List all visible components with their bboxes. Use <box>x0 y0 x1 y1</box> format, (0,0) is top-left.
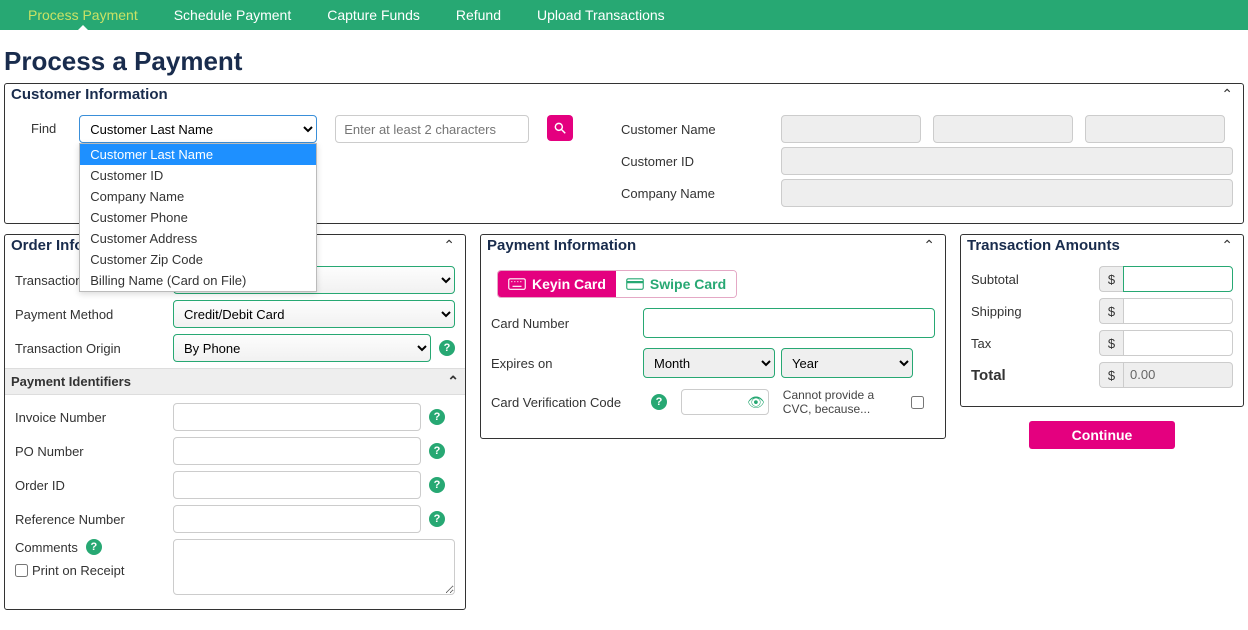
total-value: 0.00 <box>1123 362 1233 388</box>
shipping-label: Shipping <box>971 304 1099 319</box>
nav-refund[interactable]: Refund <box>438 0 519 30</box>
amounts-title: Transaction Amounts <box>967 237 1120 254</box>
currency-icon: $ <box>1099 298 1123 324</box>
exp-year-select[interactable]: Year <box>781 348 913 378</box>
find-label: Find <box>31 115 61 136</box>
keyin-card-label: Keyin Card <box>532 276 606 292</box>
find-opt-last-name[interactable]: Customer Last Name <box>80 144 316 165</box>
tax-label: Tax <box>971 336 1099 351</box>
customer-name-label: Customer Name <box>621 122 781 137</box>
customer-info-panel: Customer Information ⌃ Find Customer Las… <box>4 83 1244 224</box>
pay-method-select[interactable]: Credit/Debit Card <box>173 300 455 328</box>
collapse-identifiers-icon[interactable]: ⌃ <box>447 373 459 390</box>
origin-select[interactable]: By Phone <box>173 334 431 362</box>
swipe-card-label: Swipe Card <box>650 276 726 292</box>
company-name-label: Company Name <box>621 186 781 201</box>
subtotal-label: Subtotal <box>971 272 1099 287</box>
shipping-input[interactable] <box>1123 298 1233 324</box>
nav-process-payment[interactable]: Process Payment <box>10 0 156 30</box>
pay-method-label: Payment Method <box>15 307 173 322</box>
cvc-cannot-provide-label: Cannot provide a CVC, because... <box>783 388 903 416</box>
nav-schedule-payment[interactable]: Schedule Payment <box>156 0 310 30</box>
invoice-label: Invoice Number <box>15 410 173 425</box>
card-number-input[interactable] <box>643 308 935 338</box>
find-opt-customer-zip[interactable]: Customer Zip Code <box>80 249 316 270</box>
orderid-help-icon[interactable]: ? <box>429 477 445 493</box>
find-opt-billing-name[interactable]: Billing Name (Card on File) <box>80 270 316 291</box>
print-on-receipt-checkbox[interactable] <box>15 564 28 577</box>
comments-textarea[interactable] <box>173 539 455 595</box>
customer-id-field <box>781 147 1233 175</box>
card-number-label: Card Number <box>491 316 643 331</box>
customer-search-button[interactable] <box>547 115 573 141</box>
po-input[interactable] <box>173 437 421 465</box>
find-opt-customer-phone[interactable]: Customer Phone <box>80 207 316 228</box>
card-icon <box>626 278 644 290</box>
expires-label: Expires on <box>491 356 643 371</box>
invoice-help-icon[interactable]: ? <box>429 409 445 425</box>
collapse-order-icon[interactable]: ⌃ <box>443 237 455 254</box>
find-by-select[interactable]: Customer Last Name <box>79 115 317 143</box>
find-opt-customer-address[interactable]: Customer Address <box>80 228 316 249</box>
currency-icon: $ <box>1099 330 1123 356</box>
exp-month-select[interactable]: Month <box>643 348 775 378</box>
tax-input[interactable] <box>1123 330 1233 356</box>
total-label: Total <box>971 367 1099 384</box>
find-opt-company-name[interactable]: Company Name <box>80 186 316 207</box>
ref-label: Reference Number <box>15 512 173 527</box>
nav-upload-transactions[interactable]: Upload Transactions <box>519 0 683 30</box>
comments-label: Comments <box>15 540 78 555</box>
transaction-amounts-panel: Transaction Amounts ⌃ Subtotal $ Shippin… <box>960 234 1244 407</box>
subtotal-input[interactable] <box>1123 266 1233 292</box>
keyin-card-button[interactable]: Keyin Card <box>498 271 616 297</box>
po-label: PO Number <box>15 444 173 459</box>
nav-capture-funds[interactable]: Capture Funds <box>309 0 438 30</box>
customer-last-name-field <box>1085 115 1225 143</box>
orderid-label: Order ID <box>15 478 173 493</box>
customer-search-input[interactable] <box>335 115 529 143</box>
customer-middle-name-field <box>933 115 1073 143</box>
origin-help-icon[interactable]: ? <box>439 340 455 356</box>
currency-icon: $ <box>1099 362 1123 388</box>
company-name-field <box>781 179 1233 207</box>
collapse-customer-icon[interactable]: ⌃ <box>1221 86 1233 103</box>
payment-info-title: Payment Information <box>487 237 636 254</box>
origin-label: Transaction Origin <box>15 341 173 356</box>
card-entry-toggle: Keyin Card Swipe Card <box>497 270 737 298</box>
continue-button[interactable]: Continue <box>1029 421 1175 449</box>
cvc-label: Card Verification Code <box>491 395 643 410</box>
print-on-receipt-label: Print on Receipt <box>32 563 125 578</box>
collapse-payment-icon[interactable]: ⌃ <box>923 237 935 254</box>
search-icon <box>553 121 567 135</box>
comments-help-icon[interactable]: ? <box>86 539 102 555</box>
payment-identifiers-title: Payment Identifiers <box>11 374 131 389</box>
find-by-dropdown: Customer Last Name Customer ID Company N… <box>79 143 317 292</box>
ref-help-icon[interactable]: ? <box>429 511 445 527</box>
po-help-icon[interactable]: ? <box>429 443 445 459</box>
cvc-cannot-provide-checkbox[interactable] <box>911 396 924 409</box>
collapse-amounts-icon[interactable]: ⌃ <box>1221 237 1233 254</box>
ref-input[interactable] <box>173 505 421 533</box>
page-title: Process a Payment <box>4 46 1244 77</box>
customer-info-title: Customer Information <box>11 86 168 103</box>
swipe-card-button[interactable]: Swipe Card <box>616 271 736 297</box>
cvc-show-icon[interactable]: 👁 <box>747 394 765 411</box>
orderid-input[interactable] <box>173 471 421 499</box>
find-opt-customer-id[interactable]: Customer ID <box>80 165 316 186</box>
payment-info-panel: Payment Information ⌃ Keyin Card Swipe C… <box>480 234 946 439</box>
cvc-help-icon[interactable]: ? <box>651 394 667 410</box>
invoice-input[interactable] <box>173 403 421 431</box>
customer-id-label: Customer ID <box>621 154 781 169</box>
currency-icon: $ <box>1099 266 1123 292</box>
keyboard-icon <box>508 278 526 290</box>
customer-first-name-field <box>781 115 921 143</box>
top-nav: Process Payment Schedule Payment Capture… <box>0 0 1248 30</box>
